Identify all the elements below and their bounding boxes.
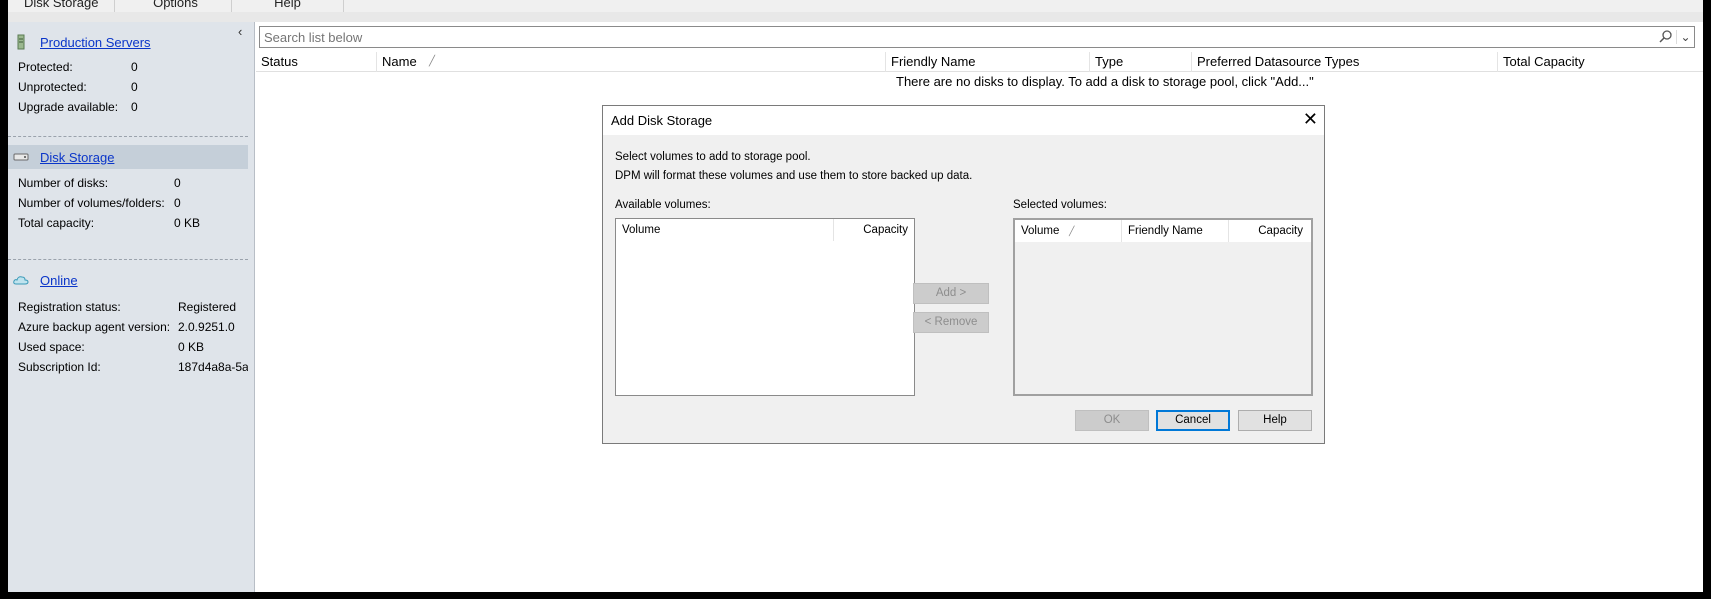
registration-value: Registered: [178, 300, 237, 314]
disks-label: Number of disks:: [18, 176, 109, 190]
sort-icon: ╱: [429, 56, 436, 67]
add-disk-storage-dialog: Add Disk Storage ✕ Select volumes to add…: [602, 105, 1325, 444]
sort-icon: ╱: [1069, 226, 1075, 236]
column-name[interactable]: Name ╱: [377, 52, 886, 72]
selected-volumes-label: Selected volumes:: [1013, 199, 1107, 211]
search-box[interactable]: ⌄: [259, 26, 1695, 48]
ribbon-tab-help[interactable]: Help: [232, 0, 344, 12]
capacity-value: 0 KB: [174, 216, 201, 230]
server-icon: [12, 34, 30, 50]
selected-column-friendly-name[interactable]: Friendly Name: [1122, 220, 1229, 242]
selected-volumes-list[interactable]: Volume ╱ Friendly Name Capacity: [1013, 218, 1313, 396]
column-name-label: Name: [382, 54, 417, 69]
ok-button[interactable]: OK: [1075, 410, 1149, 431]
unprotected-row: Unprotected: 0: [18, 80, 138, 94]
volumes-row: Number of volumes/folders: 0: [18, 196, 181, 210]
agent-version-row: Azure backup agent version: 2.0.9251.0: [18, 320, 235, 334]
instruction-line-2: DPM will format these volumes and use th…: [615, 170, 973, 182]
selected-column-volume-label: Volume: [1021, 225, 1060, 237]
upgrade-value: 0: [131, 100, 138, 114]
column-preferred-datasource-types[interactable]: Preferred Datasource Types: [1192, 52, 1498, 72]
registration-label: Registration status:: [18, 300, 121, 314]
registration-row: Registration status: Registered: [18, 300, 236, 314]
ribbon: Disk Storage Options Help: [8, 0, 1703, 22]
available-volumes-list[interactable]: Volume Capacity: [615, 218, 915, 396]
agent-version-value: 2.0.9251.0: [178, 320, 235, 334]
empty-list-message: There are no disks to display. To add a …: [896, 74, 1314, 89]
protected-label: Protected:: [18, 60, 73, 74]
available-volumes-label: Available volumes:: [615, 199, 711, 211]
used-space-label: Used space:: [18, 340, 85, 354]
unprotected-value: 0: [131, 80, 138, 94]
volumes-value: 0: [174, 196, 181, 210]
help-button[interactable]: Help: [1238, 410, 1312, 431]
subscription-label: Subscription Id:: [18, 360, 101, 374]
capacity-row: Total capacity: 0 KB: [18, 216, 200, 230]
protected-row: Protected: 0: [18, 60, 138, 74]
column-total-capacity[interactable]: Total Capacity: [1498, 52, 1703, 72]
ribbon-tab-disk-storage[interactable]: Disk Storage: [8, 0, 116, 12]
column-type[interactable]: Type: [1090, 52, 1192, 72]
disks-value: 0: [174, 176, 181, 190]
available-column-volume[interactable]: Volume: [616, 219, 834, 241]
used-space-row: Used space: 0 KB: [18, 340, 204, 354]
agent-version-label: Azure backup agent version:: [18, 320, 171, 334]
protected-value: 0: [131, 60, 138, 74]
ribbon-tab-options[interactable]: Options: [120, 0, 232, 12]
cancel-button[interactable]: Cancel: [1156, 410, 1230, 431]
selected-column-volume[interactable]: Volume ╱: [1015, 220, 1122, 242]
section-production-servers[interactable]: Production Servers: [8, 30, 248, 54]
disk-storage-link[interactable]: Disk Storage: [40, 150, 114, 165]
subscription-value: 187d4a8a-5a: [178, 360, 248, 374]
production-servers-link[interactable]: Production Servers: [40, 35, 151, 50]
available-column-capacity[interactable]: Capacity: [834, 219, 914, 241]
search-input[interactable]: [260, 28, 1656, 46]
dialog-title-bar: Add Disk Storage ✕: [603, 106, 1324, 135]
upgrade-label: Upgrade available:: [18, 100, 119, 114]
ribbon-bar: [8, 12, 1703, 22]
capacity-label: Total capacity:: [18, 216, 95, 230]
disks-row: Number of disks: 0: [18, 176, 181, 190]
used-space-value: 0 KB: [178, 340, 205, 354]
section-online[interactable]: Online: [8, 268, 248, 292]
selected-column-capacity[interactable]: Capacity: [1229, 220, 1309, 242]
unprotected-label: Unprotected:: [18, 80, 87, 94]
column-status[interactable]: Status: [256, 52, 377, 72]
cloud-icon: [12, 272, 30, 288]
dialog-title: Add Disk Storage: [611, 113, 713, 128]
chevron-down-icon[interactable]: ⌄: [1676, 30, 1694, 44]
volumes-label: Number of volumes/folders:: [18, 196, 165, 210]
disk-icon: [12, 149, 30, 165]
navigation-pane: ‹ Production Servers Protected: 0 Unprot…: [8, 22, 255, 592]
divider: [8, 136, 248, 137]
selected-volumes-header: Volume ╱ Friendly Name Capacity: [1015, 220, 1311, 242]
remove-button[interactable]: < Remove: [913, 312, 989, 333]
online-link[interactable]: Online: [40, 273, 78, 288]
search-icon[interactable]: [1656, 29, 1676, 46]
list-header: Status Name ╱ Friendly Name Type Preferr…: [256, 52, 1703, 72]
close-icon[interactable]: ✕: [1303, 110, 1318, 128]
add-button[interactable]: Add >: [913, 283, 989, 304]
instruction-line-1: Select volumes to add to storage pool.: [615, 151, 811, 163]
available-volumes-header: Volume Capacity: [616, 219, 914, 241]
subscription-row: Subscription Id: 187d4a8a-5a: [18, 360, 248, 374]
upgrade-row: Upgrade available: 0: [18, 100, 138, 114]
section-disk-storage[interactable]: Disk Storage: [8, 145, 248, 169]
app-window: Disk Storage Options Help ‹ Production S…: [8, 0, 1703, 592]
column-friendly-name[interactable]: Friendly Name: [886, 52, 1090, 72]
divider: [8, 259, 248, 260]
